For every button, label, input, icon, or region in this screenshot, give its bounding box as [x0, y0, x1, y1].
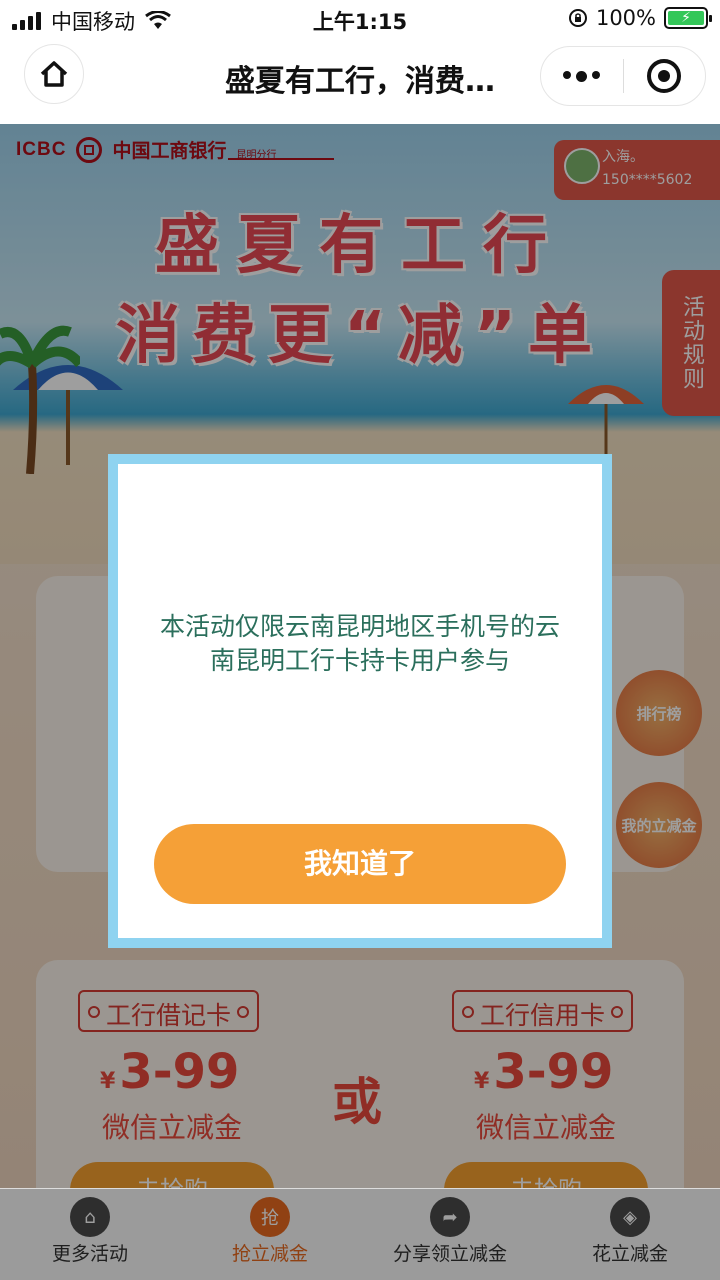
home-icon	[40, 61, 68, 87]
bottom-tab-bar: ⌂ 更多活动 抢 抢立减金 ➦ 分享领立减金 ◈ 花立减金	[0, 1188, 720, 1280]
tab-grab-voucher[interactable]: 抢 抢立减金	[180, 1189, 360, 1280]
status-bar: 中国移动 上午1:15 100% ⚡	[0, 0, 720, 40]
close-icon	[647, 59, 682, 93]
more-options-button[interactable]	[541, 70, 623, 82]
acknowledge-button[interactable]: 我知道了	[154, 824, 566, 904]
tab-more-activities[interactable]: ⌂ 更多活动	[0, 1189, 180, 1280]
grab-icon: 抢	[250, 1197, 290, 1237]
tab-spend-voucher[interactable]: ◈ 花立减金	[540, 1189, 720, 1280]
nav-bar: 盛夏有工行，消费…	[0, 40, 720, 124]
tag-icon: ◈	[610, 1197, 650, 1237]
battery-icon: ⚡	[664, 7, 712, 29]
status-right: 100% ⚡	[568, 6, 712, 30]
battery-percent: 100%	[595, 6, 656, 30]
mini-program-capsule	[540, 46, 706, 106]
modal-message: 本活动仅限云南昆明地区手机号的云南昆明工行卡持卡用户参与	[159, 612, 560, 675]
tab-share-voucher[interactable]: ➦ 分享领立减金	[360, 1189, 540, 1280]
notice-modal: 本活动仅限云南昆明地区手机号的云南昆明工行卡持卡用户参与 我知道了	[108, 454, 612, 948]
home-icon: ⌂	[70, 1197, 110, 1237]
share-icon: ➦	[430, 1197, 470, 1237]
page-title: 盛夏有工行，消费…	[225, 64, 495, 99]
tab-label: 抢立减金	[231, 1243, 308, 1265]
orientation-lock-icon	[568, 9, 587, 27]
tab-label: 更多活动	[51, 1243, 128, 1265]
tab-label: 分享领立减金	[392, 1243, 507, 1265]
home-button[interactable]	[24, 44, 84, 104]
tab-label: 花立减金	[591, 1243, 668, 1265]
close-mini-program-button[interactable]	[624, 59, 706, 93]
